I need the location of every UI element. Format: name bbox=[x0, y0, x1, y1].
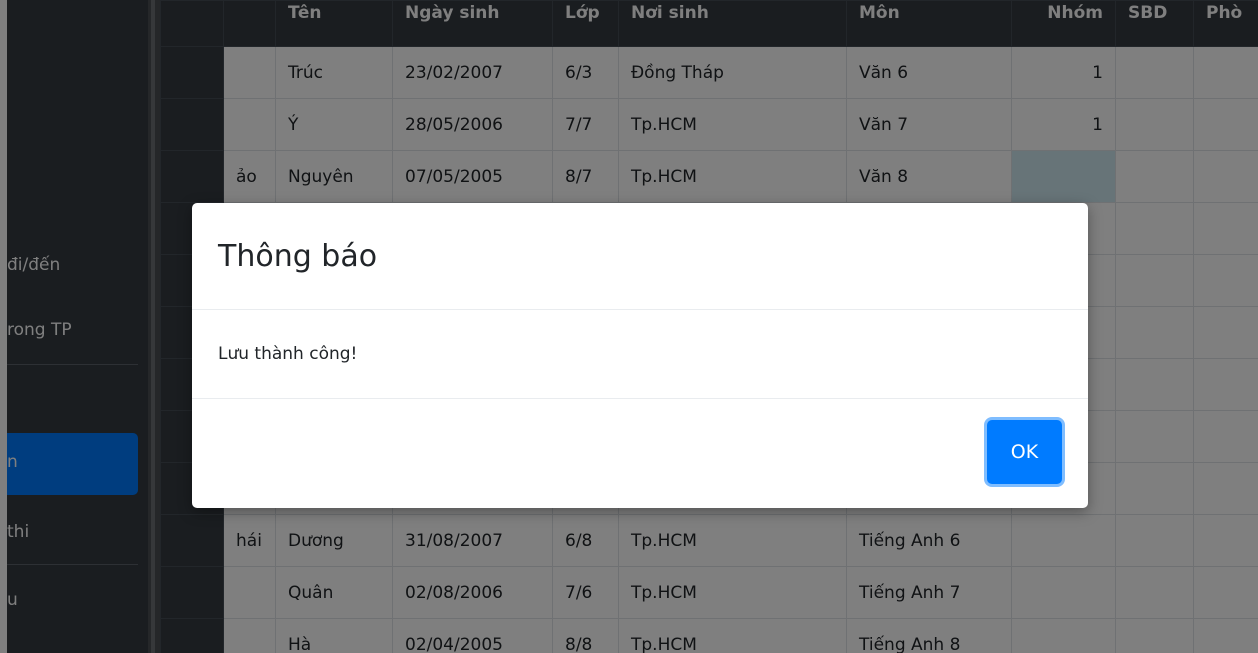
dialog-header: Thông báo bbox=[192, 203, 1088, 310]
dialog-title: Thông báo bbox=[218, 239, 378, 274]
ok-button[interactable]: OK bbox=[987, 420, 1062, 484]
notification-dialog: Thông báo Lưu thành công! OK bbox=[192, 203, 1088, 508]
dialog-message: Lưu thành công! bbox=[218, 344, 358, 364]
dialog-body: Lưu thành công! bbox=[192, 310, 1088, 399]
dialog-footer: OK bbox=[192, 399, 1088, 508]
